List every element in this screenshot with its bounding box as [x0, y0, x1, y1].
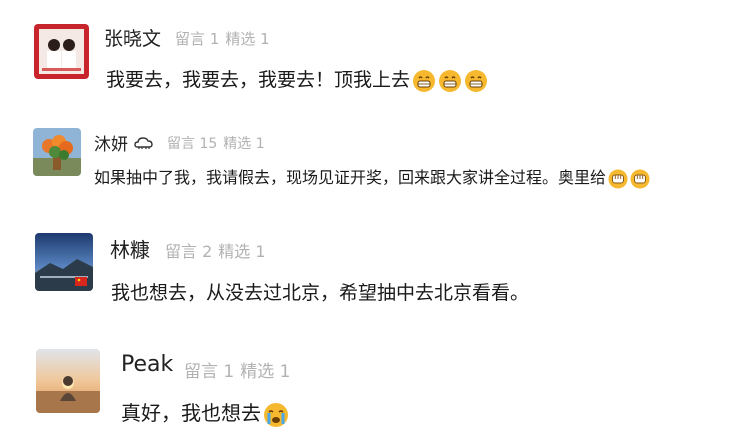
reply-count: 留言 1 [175, 30, 220, 48]
comment-username[interactable]: 沐妍 [94, 135, 128, 155]
comment-text: 真好，我也想去 [121, 398, 289, 428]
comment-meta: 留言 1 精选 1 [175, 28, 276, 49]
comment-body: 我要去，我要去，我要去！顶我上去 [106, 69, 411, 91]
reply-count: 留言 15 [167, 136, 218, 152]
comment-meta: 留言 2 精选 1 [165, 238, 272, 262]
comment-body: 真好，我也想去 [121, 401, 261, 425]
grin-emoji-icon [438, 69, 462, 93]
featured-count: 精选 1 [223, 136, 265, 152]
cloud-badge-icon [134, 135, 154, 155]
comment-text: 我要去，我要去，我要去！顶我上去 [106, 66, 488, 94]
fist-emoji-icon [608, 169, 628, 189]
comment-username[interactable]: 林糠 [110, 234, 150, 263]
avatar[interactable] [35, 233, 93, 291]
avatar[interactable] [34, 24, 89, 79]
grin-emoji-icon [464, 69, 488, 93]
comment-text: 我也想去，从没去过北京，希望抽中去北京看看。 [111, 279, 529, 307]
featured-count: 精选 1 [218, 242, 266, 261]
comment-body: 我也想去，从没去过北京，希望抽中去北京看看。 [111, 282, 530, 304]
reply-count: 留言 1 [184, 362, 235, 382]
avatar[interactable] [36, 349, 100, 413]
featured-count: 精选 1 [225, 30, 270, 48]
crying-emoji-icon [263, 402, 289, 428]
featured-count: 精选 1 [240, 362, 291, 382]
grin-emoji-icon [412, 69, 436, 93]
fist-emoji-icon [630, 169, 650, 189]
avatar[interactable] [33, 128, 81, 176]
comment-meta: 留言 1 精选 1 [184, 357, 296, 382]
comment-meta: 留言 15 精选 1 [167, 133, 271, 153]
comment-body: 如果抽中了我，我请假去，现场见证开奖，回来跟大家讲全过程。奥里给 [94, 168, 607, 187]
comment-username[interactable]: 张晓文 [104, 24, 161, 51]
comment-text: 如果抽中了我，我请假去，现场见证开奖，回来跟大家讲全过程。奥里给 [94, 166, 650, 190]
reply-count: 留言 2 [165, 242, 213, 261]
comment-username[interactable]: Peak [121, 352, 173, 377]
